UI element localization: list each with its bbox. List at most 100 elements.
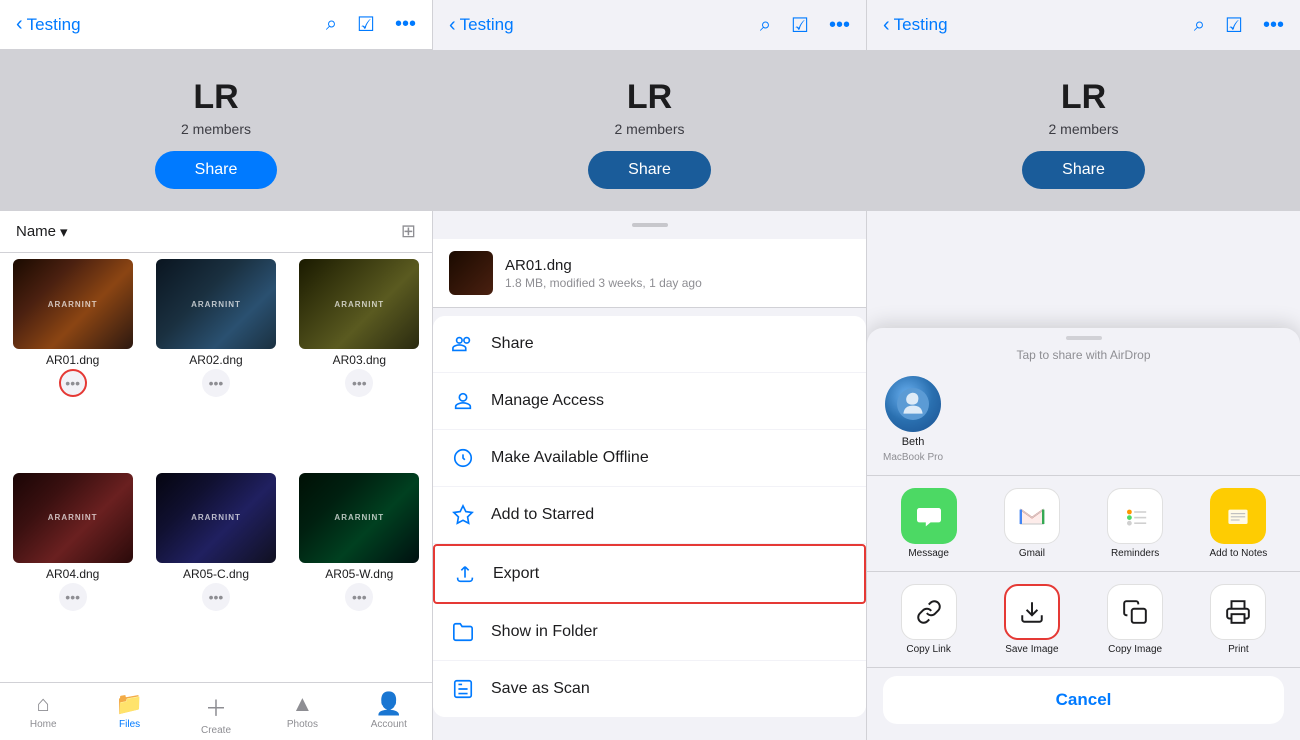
file-more-button[interactable]: ••• xyxy=(59,369,87,397)
airdrop-label: Tap to share with AirDrop xyxy=(867,340,1300,368)
nav-back-label-1: Testing xyxy=(27,15,81,35)
nav-bar-2: ‹ Testing ⌕ ☑ ••• xyxy=(433,0,866,50)
reminders-app-icon xyxy=(1107,488,1163,544)
app-grid: Message Gmail xyxy=(867,476,1300,572)
export-icon xyxy=(451,560,479,588)
folder-title-1: LR xyxy=(193,78,238,117)
context-menu-scroll: Share Manage Access Make Available Of xyxy=(433,308,866,740)
nav-actions-3: ⌕ ☑ ••• xyxy=(1194,13,1284,38)
folder-header-1: LR 2 members Share xyxy=(0,50,432,211)
menu-item-offline[interactable]: Make Available Offline xyxy=(433,430,866,487)
share-button-3[interactable]: Share xyxy=(1022,151,1145,189)
file-thumbnail: ARARNINT xyxy=(299,259,419,349)
gmail-app-icon xyxy=(1004,488,1060,544)
context-file-info: AR01.dng 1.8 MB, modified 3 weeks, 1 day… xyxy=(433,239,866,308)
folder-header-3: LR 2 members Share xyxy=(867,50,1300,211)
check-icon-1[interactable]: ☑ xyxy=(357,12,375,37)
app-item-notes[interactable]: Add to Notes xyxy=(1193,488,1284,559)
tab-account[interactable]: 👤 Account xyxy=(346,691,432,736)
file-more-button[interactable]: ••• xyxy=(345,369,373,397)
file-name: AR05-W.dng xyxy=(325,567,393,581)
menu-item-starred[interactable]: Add to Starred xyxy=(433,487,866,544)
file-more-button[interactable]: ••• xyxy=(202,369,230,397)
action-item-print[interactable]: Print xyxy=(1193,584,1284,655)
copy-image-icon xyxy=(1107,584,1163,640)
back-button-1[interactable]: ‹ Testing xyxy=(16,13,81,36)
file-more-button[interactable]: ••• xyxy=(59,583,87,611)
search-icon-2[interactable]: ⌕ xyxy=(760,14,771,37)
app-label-gmail: Gmail xyxy=(1019,548,1045,559)
app-label-notes: Add to Notes xyxy=(1209,548,1267,559)
action-item-copy-image[interactable]: Copy Image xyxy=(1090,584,1181,655)
save-image-icon xyxy=(1004,584,1060,640)
check-icon-2[interactable]: ☑ xyxy=(791,13,809,38)
share-sheet: Tap to share with AirDrop Beth MacBook P… xyxy=(867,328,1300,740)
photos-icon: ▲ xyxy=(292,691,314,717)
context-file-meta: 1.8 MB, modified 3 weeks, 1 day ago xyxy=(505,276,702,290)
more-icon-3[interactable]: ••• xyxy=(1263,14,1284,37)
more-icon-2[interactable]: ••• xyxy=(829,14,850,37)
starred-icon xyxy=(449,501,477,529)
folder-title-3: LR xyxy=(1061,78,1106,117)
tab-create[interactable]: ＋ Create xyxy=(173,691,259,736)
back-button-2[interactable]: ‹ Testing xyxy=(449,14,514,37)
show-folder-icon xyxy=(449,618,477,646)
back-button-3[interactable]: ‹ Testing xyxy=(883,14,948,37)
messages-app-icon xyxy=(901,488,957,544)
file-name: AR01.dng xyxy=(46,353,99,367)
file-thumbnail: ARARNINT xyxy=(156,259,276,349)
tab-photos[interactable]: ▲ Photos xyxy=(259,691,345,736)
list-item: ARARNINT AR03.dng ••• xyxy=(289,255,430,467)
grid-view-icon-1[interactable]: ⊞ xyxy=(401,221,416,242)
files-icon: 📁 xyxy=(116,691,143,717)
share-person-icon xyxy=(449,330,477,358)
file-more-button[interactable]: ••• xyxy=(345,583,373,611)
chevron-left-icon-1: ‹ xyxy=(16,13,23,36)
menu-item-export-label: Export xyxy=(493,565,539,583)
action-item-save-image[interactable]: Save Image xyxy=(986,584,1077,655)
context-file-thumbnail xyxy=(449,251,493,295)
file-name: AR02.dng xyxy=(189,353,242,367)
sort-chevron-1: ▾ xyxy=(60,223,68,241)
sort-name-1[interactable]: Name ▾ xyxy=(16,223,68,241)
action-label-copy-link: Copy Link xyxy=(906,644,950,655)
nav-back-label-3: Testing xyxy=(894,15,948,35)
file-more-button[interactable]: ••• xyxy=(202,583,230,611)
app-item-messages[interactable]: Message xyxy=(883,488,974,559)
airdrop-contact[interactable]: Beth MacBook Pro xyxy=(883,376,943,463)
action-label-save-image: Save Image xyxy=(1005,644,1058,655)
app-item-reminders[interactable]: Reminders xyxy=(1090,488,1181,559)
app-item-gmail[interactable]: Gmail xyxy=(986,488,1077,559)
action-item-copy-link[interactable]: Copy Link xyxy=(883,584,974,655)
menu-item-share[interactable]: Share xyxy=(433,316,866,373)
nav-actions-2: ⌕ ☑ ••• xyxy=(760,13,850,38)
app-label-reminders: Reminders xyxy=(1111,548,1159,559)
offline-icon xyxy=(449,444,477,472)
menu-item-export[interactable]: Export xyxy=(433,544,866,604)
check-icon-3[interactable]: ☑ xyxy=(1225,13,1243,38)
action-label-copy-image: Copy Image xyxy=(1108,644,1162,655)
tab-home[interactable]: ⌂ Home xyxy=(0,691,86,736)
menu-item-share-label: Share xyxy=(491,335,534,353)
search-icon-1[interactable]: ⌕ xyxy=(326,13,337,36)
menu-item-show-folder[interactable]: Show in Folder xyxy=(433,604,866,661)
menu-item-manage-access[interactable]: Manage Access xyxy=(433,373,866,430)
share-button-2[interactable]: Share xyxy=(588,151,711,189)
cancel-button[interactable]: Cancel xyxy=(883,676,1284,724)
menu-item-manage-access-label: Manage Access xyxy=(491,392,604,410)
share-button-1[interactable]: Share xyxy=(155,151,278,189)
tab-photos-label: Photos xyxy=(287,719,318,730)
tab-files[interactable]: 📁 Files xyxy=(86,691,172,736)
list-item: ARARNINT AR01.dng ••• xyxy=(2,255,143,467)
app-label-messages: Message xyxy=(908,548,949,559)
search-icon-3[interactable]: ⌕ xyxy=(1194,14,1205,37)
folder-members-3: 2 members xyxy=(1048,121,1118,137)
menu-item-save-scan[interactable]: Save as Scan xyxy=(433,661,866,717)
file-thumbnail: ARARNINT xyxy=(299,473,419,563)
more-icon-1[interactable]: ••• xyxy=(395,13,416,36)
list-item: ARARNINT AR04.dng ••• xyxy=(2,469,143,681)
airdrop-name: Beth xyxy=(902,436,925,448)
copy-link-icon xyxy=(901,584,957,640)
airdrop-avatar-inner xyxy=(885,376,941,432)
menu-item-starred-label: Add to Starred xyxy=(491,506,594,524)
